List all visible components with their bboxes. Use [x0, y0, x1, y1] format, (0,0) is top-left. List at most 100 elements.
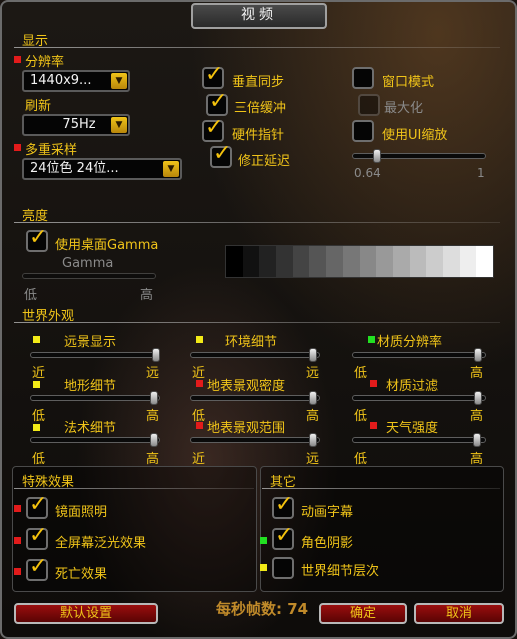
- environment-detail-indicator: [196, 336, 203, 343]
- environment-detail-near: 近: [192, 366, 206, 381]
- checkmark-icon: ✓: [205, 62, 224, 87]
- texture-filtering-slider[interactable]: [352, 391, 486, 405]
- world-detail-levels-indicator: [260, 564, 267, 571]
- ground-clutter-radius-label: 地表景观范围: [207, 421, 286, 436]
- gamma-step: [226, 246, 243, 277]
- world-detail-levels-checkbox[interactable]: [272, 557, 294, 579]
- spell-detail-slider[interactable]: [30, 433, 160, 447]
- specular-checkbox[interactable]: ✓: [26, 493, 48, 519]
- slider-thumb[interactable]: [149, 391, 158, 405]
- slider-thumb[interactable]: [372, 149, 381, 163]
- gamma-step: [459, 246, 477, 277]
- spell-detail-indicator: [33, 424, 40, 431]
- gamma-low-label: 低: [24, 288, 38, 303]
- ground-clutter-density-label: 地表景观密度: [207, 379, 286, 394]
- full-screen-glow-indicator: [14, 537, 21, 544]
- specular-label: 镜面照明: [55, 505, 108, 520]
- gamma-step: [242, 246, 260, 277]
- triple-buffer-checkbox[interactable]: ✓: [206, 90, 228, 116]
- texture-filtering-label: 材质过滤: [386, 379, 439, 394]
- slider-thumb[interactable]: [474, 391, 483, 405]
- chevron-down-icon[interactable]: ▼: [111, 117, 127, 133]
- spell-detail-low: 低: [32, 452, 46, 467]
- character-shadows-checkbox[interactable]: ✓: [272, 524, 294, 550]
- slider-thumb[interactable]: [308, 348, 317, 362]
- specular-indicator[interactable]: [14, 505, 21, 512]
- resolution-dropdown[interactable]: 1440x9... ▼: [22, 70, 130, 92]
- checkmark-icon: ✓: [275, 523, 294, 548]
- view-distance-label: 远景显示: [64, 335, 117, 350]
- ground-clutter-radius-indicator: [196, 422, 203, 429]
- multisample-value: 24位色 24位...: [30, 161, 119, 176]
- multisample-dropdown[interactable]: 24位色 24位... ▼: [22, 158, 182, 180]
- gamma-step: [326, 246, 343, 277]
- vsync-checkbox[interactable]: ✓: [202, 63, 224, 89]
- ground-clutter-density-indicator: [196, 380, 203, 387]
- gamma-step: [359, 246, 377, 277]
- maximized-checkbox[interactable]: [358, 94, 380, 116]
- gamma-step: [409, 246, 427, 277]
- chevron-down-icon[interactable]: ▼: [163, 161, 179, 177]
- environment-detail-label: 环境细节: [225, 335, 278, 350]
- defaults-button[interactable]: 默认设置: [14, 603, 158, 624]
- texture-filtering-low: 低: [354, 409, 368, 424]
- weather-intensity-low: 低: [354, 452, 368, 467]
- animated-subtitles-label: 动画字幕: [301, 505, 354, 520]
- weather-intensity-slider[interactable]: [352, 433, 486, 447]
- ui-scale-checkbox[interactable]: [352, 120, 374, 142]
- gamma-high-label: 高: [140, 288, 154, 303]
- window-title: 视频: [191, 3, 327, 29]
- animated-subtitles-checkbox[interactable]: ✓: [272, 493, 294, 519]
- gamma-step: [276, 246, 293, 277]
- gamma-label: Gamma: [62, 256, 114, 271]
- terrain-detail-indicator: [33, 381, 40, 388]
- chevron-down-icon[interactable]: ▼: [111, 73, 127, 89]
- hardware-cursor-label: 硬件指针: [232, 128, 285, 143]
- texture-resolution-low: 低: [354, 366, 368, 381]
- ground-clutter-radius-slider[interactable]: [190, 433, 320, 447]
- slider-thumb[interactable]: [474, 348, 483, 362]
- gamma-gradient-preview: [225, 245, 494, 278]
- slider-thumb[interactable]: [308, 391, 317, 405]
- gamma-step: [442, 246, 460, 277]
- environment-detail-slider[interactable]: [190, 348, 320, 362]
- texture-resolution-slider[interactable]: [352, 348, 486, 362]
- checkmark-icon: ✓: [29, 492, 48, 517]
- windowed-checkbox[interactable]: [352, 67, 374, 89]
- view-distance-near: 近: [32, 366, 46, 381]
- checkmark-icon: ✓: [213, 141, 232, 166]
- ground-clutter-radius-far: 远: [306, 452, 320, 467]
- weather-intensity-high: 高: [470, 452, 484, 467]
- ground-clutter-density-slider[interactable]: [190, 391, 320, 405]
- maximized-label: 最大化: [384, 101, 424, 116]
- other-separator: [262, 488, 500, 489]
- checkmark-icon: ✓: [209, 89, 228, 114]
- multisample-indicator: [14, 144, 21, 151]
- hardware-cursor-checkbox[interactable]: ✓: [202, 116, 224, 142]
- cancel-button[interactable]: 取消: [414, 603, 504, 624]
- death-effect-checkbox[interactable]: ✓: [26, 555, 48, 581]
- slider-thumb[interactable]: [149, 433, 158, 447]
- view-distance-slider[interactable]: [30, 348, 161, 362]
- refresh-dropdown[interactable]: 75Hz ▼: [22, 114, 130, 136]
- fix-lag-checkbox[interactable]: ✓: [210, 142, 232, 168]
- checkmark-icon: ✓: [29, 554, 48, 579]
- refresh-label: 刷新: [25, 99, 52, 114]
- slider-thumb[interactable]: [308, 433, 317, 447]
- gamma-slider[interactable]: [22, 273, 156, 279]
- full-screen-glow-label: 全屏幕泛光效果: [55, 536, 147, 551]
- slider-thumb[interactable]: [152, 348, 161, 362]
- view-distance-far: 远: [146, 366, 160, 381]
- desktop-gamma-label: 使用桌面Gamma: [55, 238, 159, 253]
- world-separator: [14, 322, 500, 323]
- display-separator: [14, 47, 500, 48]
- ui-scale-slider[interactable]: [352, 149, 486, 163]
- desktop-gamma-checkbox[interactable]: ✓: [26, 226, 48, 252]
- spell-detail-high: 高: [146, 452, 160, 467]
- terrain-detail-slider[interactable]: [30, 391, 160, 405]
- weather-intensity-indicator: [370, 422, 377, 429]
- slider-thumb[interactable]: [473, 433, 482, 447]
- ok-button[interactable]: 确定: [319, 603, 407, 624]
- special-effects-separator: [14, 488, 254, 489]
- full-screen-glow-checkbox[interactable]: ✓: [26, 524, 48, 550]
